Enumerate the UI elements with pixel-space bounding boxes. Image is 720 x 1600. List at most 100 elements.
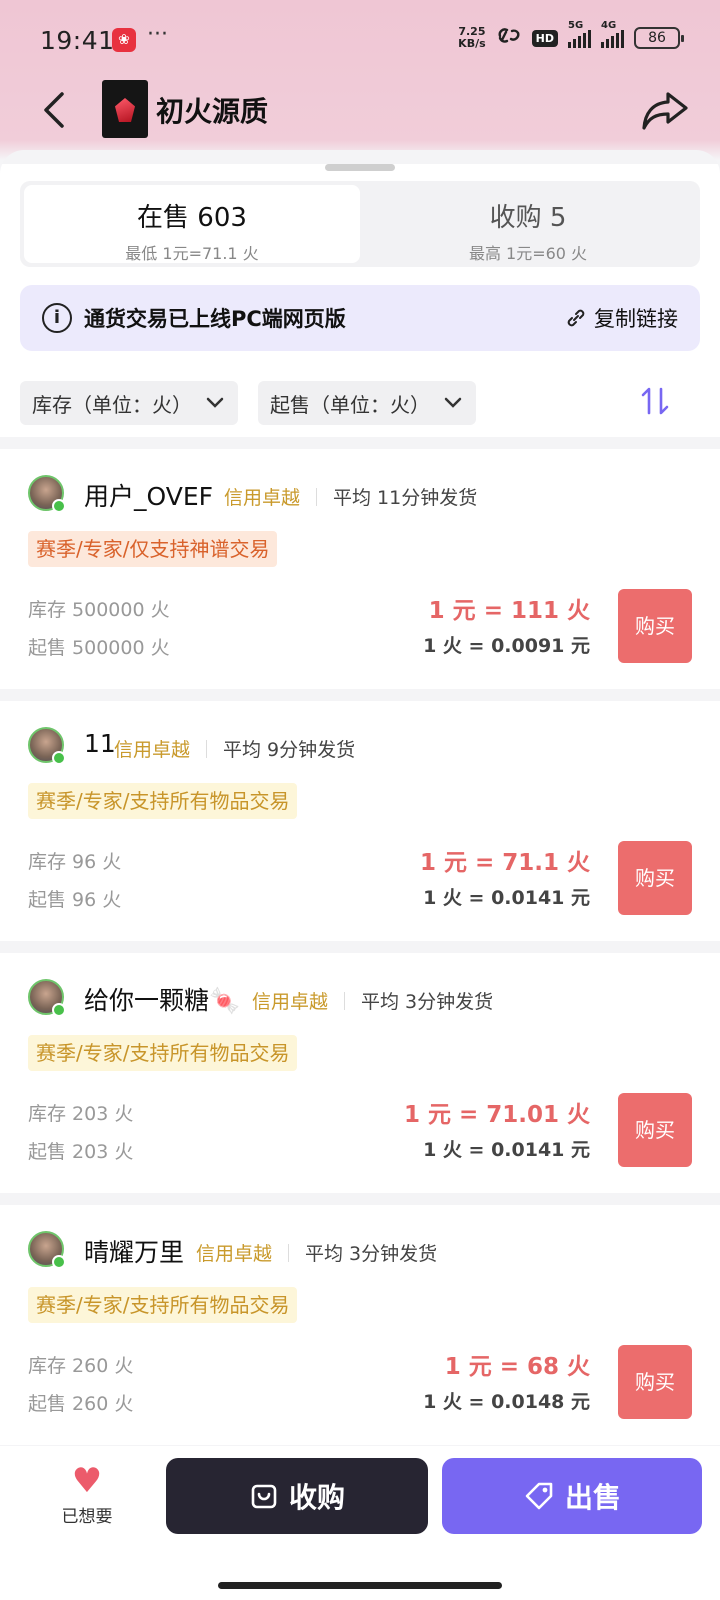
avatar[interactable] bbox=[28, 979, 66, 1017]
status-indicators: 7.25 KB/s HD 5G 4G 86 bbox=[458, 20, 684, 50]
divider bbox=[206, 739, 208, 758]
sort-icon bbox=[641, 387, 669, 415]
price-rate: 1 元 = 71.01 火 bbox=[403, 1102, 590, 1128]
min-sale-text: 起售 500000 火 bbox=[28, 637, 170, 659]
bag-icon bbox=[251, 1484, 277, 1509]
credit-badge: 信用卓越 bbox=[252, 991, 329, 1013]
back-button[interactable] bbox=[36, 86, 76, 134]
avg-delivery: 平均 9分钟发货 bbox=[223, 739, 356, 761]
min-sale-text: 起售 96 火 bbox=[28, 889, 122, 911]
battery-icon: 86 bbox=[634, 27, 684, 49]
stock-filter[interactable]: 库存（单位：火） bbox=[20, 381, 238, 425]
price-rate: 1 元 = 71.1 火 bbox=[419, 850, 590, 876]
home-indicator[interactable] bbox=[218, 1582, 502, 1589]
trade-tag: 赛季/专家/支持所有物品交易 bbox=[28, 1287, 298, 1323]
min-sale-text: 起售 260 火 bbox=[28, 1393, 134, 1415]
unit-price: 1 火 = 0.0148 元 bbox=[423, 1391, 590, 1413]
seller-name[interactable]: 11 bbox=[84, 729, 116, 758]
online-indicator bbox=[52, 751, 66, 765]
network-speed: 7.25 KB/s bbox=[458, 25, 486, 50]
min-sale-filter[interactable]: 起售（单位：火） bbox=[258, 381, 476, 425]
min-sale-text: 起售 203 火 bbox=[28, 1141, 134, 1163]
notice-banner: i 通货交易已上线PC端网页版 复制链接 bbox=[20, 285, 700, 351]
avg-delivery: 平均 3分钟发货 bbox=[305, 1243, 438, 1265]
trade-tag: 赛季/专家/支持所有物品交易 bbox=[28, 1035, 298, 1071]
stock-text: 库存 203 火 bbox=[28, 1103, 134, 1125]
tab-on-sale[interactable]: 在售 603 最低 1元=71.1 火 bbox=[24, 185, 360, 263]
avatar[interactable] bbox=[28, 727, 66, 765]
bottom-action-bar: ♥ 已想要 收购 出售 bbox=[0, 1446, 720, 1600]
unit-price: 1 火 = 0.0091 元 bbox=[423, 635, 590, 657]
trade-tag: 赛季/专家/仅支持神谱交易 bbox=[28, 531, 278, 567]
online-indicator bbox=[52, 499, 66, 513]
online-indicator bbox=[52, 1255, 66, 1269]
seller-name[interactable]: 给你一颗糖🍬 bbox=[84, 981, 240, 1017]
seller-meta: 信用卓越 平均 3分钟发货 bbox=[252, 987, 493, 1014]
link-icon bbox=[496, 27, 522, 49]
unit-price: 1 火 = 0.0141 元 bbox=[423, 887, 590, 909]
notice-text: 通货交易已上线PC端网页版 bbox=[84, 307, 346, 331]
page-title: 初火源质 bbox=[156, 95, 269, 128]
credit-badge: 信用卓越 bbox=[224, 487, 301, 509]
buy-button[interactable]: 购买 bbox=[618, 1093, 692, 1167]
listing-card: 用户_OVEF 信用卓越 平均 11分钟发货 赛季/专家/仅支持神谱交易 库存 … bbox=[0, 449, 720, 689]
share-button[interactable] bbox=[640, 86, 690, 134]
buy-button[interactable]: 购买 bbox=[618, 589, 692, 663]
drag-handle[interactable] bbox=[325, 164, 395, 171]
seller-meta: 信用卓越 平均 9分钟发货 bbox=[114, 735, 355, 762]
filter-row: 库存（单位：火） 起售（单位：火） bbox=[0, 351, 720, 425]
tab-switch: 在售 603 最低 1元=71.1 火 收购 5 最高 1元=60 火 bbox=[20, 181, 700, 267]
more-notifications-icon: ··· bbox=[147, 22, 168, 47]
info-icon: i bbox=[42, 303, 72, 333]
stock-text: 库存 260 火 bbox=[28, 1355, 134, 1377]
avg-delivery: 平均 3分钟发货 bbox=[361, 991, 494, 1013]
wishlist-button[interactable]: ♥ 已想要 bbox=[52, 1462, 122, 1527]
buy-order-button[interactable]: 收购 bbox=[166, 1458, 428, 1534]
content-sheet: 在售 603 最低 1元=71.1 火 收购 5 最高 1元=60 火 i 通货… bbox=[0, 150, 720, 1470]
credit-badge: 信用卓越 bbox=[114, 739, 191, 761]
credit-badge: 信用卓越 bbox=[196, 1243, 273, 1265]
sheet-header: 在售 603 最低 1元=71.1 火 收购 5 最高 1元=60 火 i 通货… bbox=[0, 164, 720, 437]
divider bbox=[288, 1243, 290, 1262]
tab-buy-orders[interactable]: 收购 5 最高 1元=60 火 bbox=[360, 185, 696, 263]
avg-delivery: 平均 11分钟发货 bbox=[333, 487, 478, 509]
signal-4g-icon: 4G bbox=[601, 20, 624, 48]
chevron-down-icon bbox=[444, 394, 462, 413]
app-notification-icon: ❀ bbox=[112, 28, 136, 52]
seller-name[interactable]: 晴耀万里 bbox=[84, 1233, 184, 1269]
listing-card: 11 信用卓越 平均 9分钟发货 赛季/专家/支持所有物品交易 库存 96 火 … bbox=[0, 701, 720, 941]
signal-5g-icon: 5G bbox=[568, 20, 591, 48]
header: 初火源质 bbox=[0, 78, 720, 142]
unit-price: 1 火 = 0.0141 元 bbox=[423, 1139, 590, 1161]
gem-icon bbox=[115, 98, 135, 122]
sell-button[interactable]: 出售 bbox=[442, 1458, 702, 1534]
seller-meta: 信用卓越 平均 3分钟发货 bbox=[196, 1239, 437, 1266]
buy-button[interactable]: 购买 bbox=[618, 841, 692, 915]
divider bbox=[344, 991, 346, 1010]
item-thumbnail bbox=[102, 80, 148, 138]
seller-name[interactable]: 用户_OVEF bbox=[84, 477, 213, 513]
online-indicator bbox=[52, 1003, 66, 1017]
link-icon bbox=[567, 309, 585, 327]
trade-tag: 赛季/专家/支持所有物品交易 bbox=[28, 783, 298, 819]
price-rate: 1 元 = 111 火 bbox=[428, 598, 590, 624]
hd-voice-icon: HD bbox=[531, 29, 558, 47]
status-bar: 19:41 ❀ ··· 7.25 KB/s HD 5G 4G 86 bbox=[0, 0, 720, 80]
status-time: 19:41 bbox=[40, 26, 115, 55]
listing-card: 晴耀万里 信用卓越 平均 3分钟发货 赛季/专家/支持所有物品交易 库存 260… bbox=[0, 1205, 720, 1445]
chevron-down-icon bbox=[206, 394, 224, 413]
chevron-left-icon bbox=[44, 92, 64, 128]
heart-icon: ♥ bbox=[71, 1461, 103, 1501]
price-rate: 1 元 = 68 火 bbox=[444, 1354, 590, 1380]
seller-meta: 信用卓越 平均 11分钟发货 bbox=[224, 483, 477, 510]
avatar[interactable] bbox=[28, 475, 66, 513]
stock-text: 库存 500000 火 bbox=[28, 599, 170, 621]
tag-icon bbox=[525, 1482, 553, 1510]
sort-button[interactable] bbox=[640, 385, 670, 421]
listing-card: 给你一颗糖🍬 信用卓越 平均 3分钟发货 赛季/专家/支持所有物品交易 库存 2… bbox=[0, 953, 720, 1193]
divider bbox=[316, 487, 318, 506]
copy-link-button[interactable]: 复制链接 bbox=[564, 303, 678, 333]
avatar[interactable] bbox=[28, 1231, 66, 1269]
buy-button[interactable]: 购买 bbox=[618, 1345, 692, 1419]
stock-text: 库存 96 火 bbox=[28, 851, 122, 873]
